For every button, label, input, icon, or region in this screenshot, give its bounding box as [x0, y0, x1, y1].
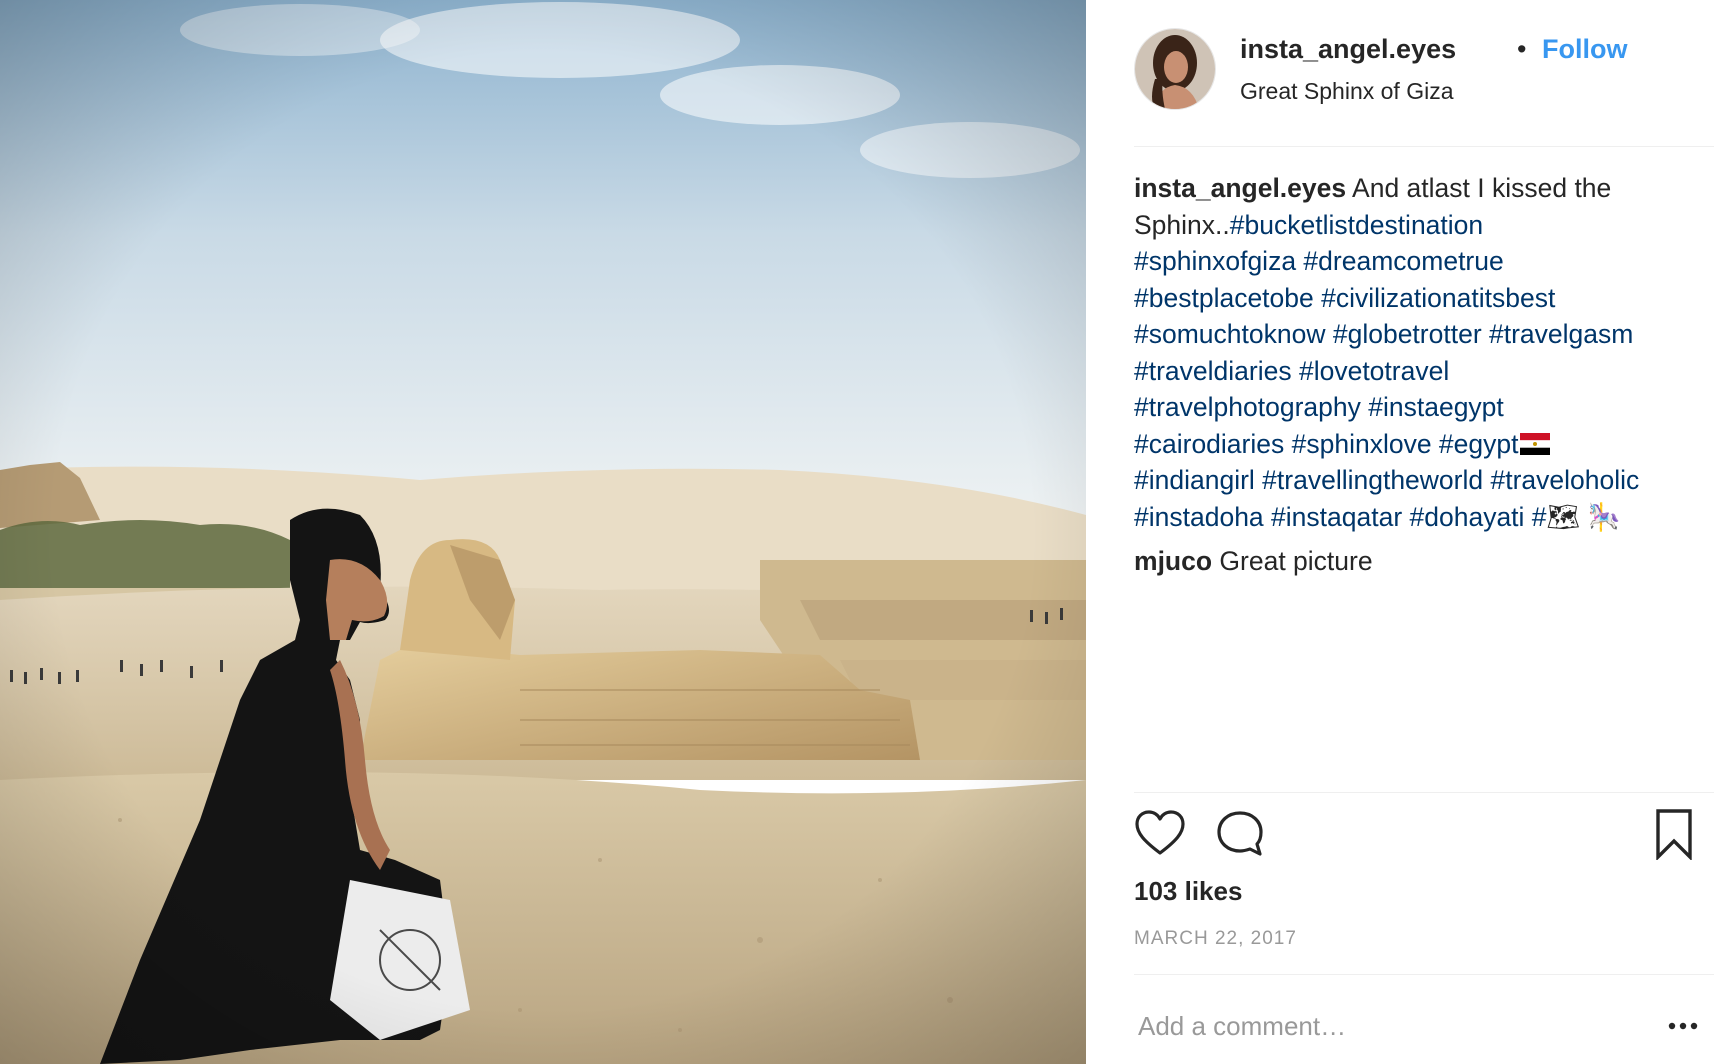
post-location[interactable]: Great Sphinx of Giza: [1240, 78, 1454, 105]
post-username[interactable]: insta_angel.eyes: [1240, 34, 1456, 65]
hashtag-line-3[interactable]: #bestplacetobe #civilizationatitsbest: [1134, 283, 1555, 313]
caption-emoji: 🗺 🎠: [1546, 501, 1621, 532]
actions-divider: [1134, 792, 1714, 793]
separator-dot: •: [1517, 34, 1527, 64]
hashtag-line-6[interactable]: #travelphotography #instaegypt: [1134, 392, 1504, 422]
post-caption: insta_angel.eyes And atlast I kissed the…: [1134, 170, 1706, 535]
hashtag-line-4[interactable]: #somuchtoknow #globetrotter #travelgasm: [1134, 319, 1633, 349]
comment-divider: [1134, 974, 1714, 975]
post-actions: [1134, 808, 1700, 862]
post-header: insta_angel.eyes • Follow Great Sphinx o…: [1134, 28, 1694, 110]
hashtag-line-1[interactable]: #bucketlistdestination: [1230, 210, 1483, 240]
user-avatar[interactable]: [1134, 28, 1216, 110]
post-details-panel: insta_angel.eyes • Follow Great Sphinx o…: [1086, 0, 1714, 1064]
comment-text: Great picture: [1219, 546, 1373, 576]
hashtag-line-9[interactable]: #instadoha #instaqatar #dohayati #: [1134, 502, 1547, 532]
comment-bubble-icon[interactable]: [1214, 808, 1266, 860]
post-photo[interactable]: [0, 0, 1086, 1064]
follow-button[interactable]: Follow: [1542, 34, 1627, 65]
egypt-flag-icon: [1520, 432, 1551, 455]
hashtag-line-7[interactable]: #cairodiaries #sphinxlove #egypt: [1134, 429, 1518, 459]
more-options-icon[interactable]: [1666, 1014, 1700, 1038]
post-date: MARCH 22, 2017: [1134, 928, 1297, 949]
caption-username[interactable]: insta_angel.eyes: [1134, 173, 1346, 203]
comment-username[interactable]: mjuco: [1134, 546, 1212, 576]
heart-icon[interactable]: [1134, 808, 1186, 860]
likes-count[interactable]: 103 likes: [1134, 876, 1242, 907]
header-divider: [1134, 146, 1714, 147]
sphinx-photo-image: [0, 0, 1086, 1064]
comment-item: mjuco Great picture: [1134, 546, 1373, 577]
hashtag-line-2[interactable]: #sphinxofgiza #dreamcometrue: [1134, 246, 1504, 276]
hashtag-line-5[interactable]: #traveldiaries #lovetotravel: [1134, 356, 1449, 386]
add-comment-input[interactable]: [1134, 1004, 1662, 1048]
bookmark-icon[interactable]: [1648, 808, 1700, 860]
avatar-image: [1135, 29, 1215, 109]
hashtag-line-8[interactable]: #indiangirl #travellingtheworld #travelo…: [1134, 465, 1639, 495]
